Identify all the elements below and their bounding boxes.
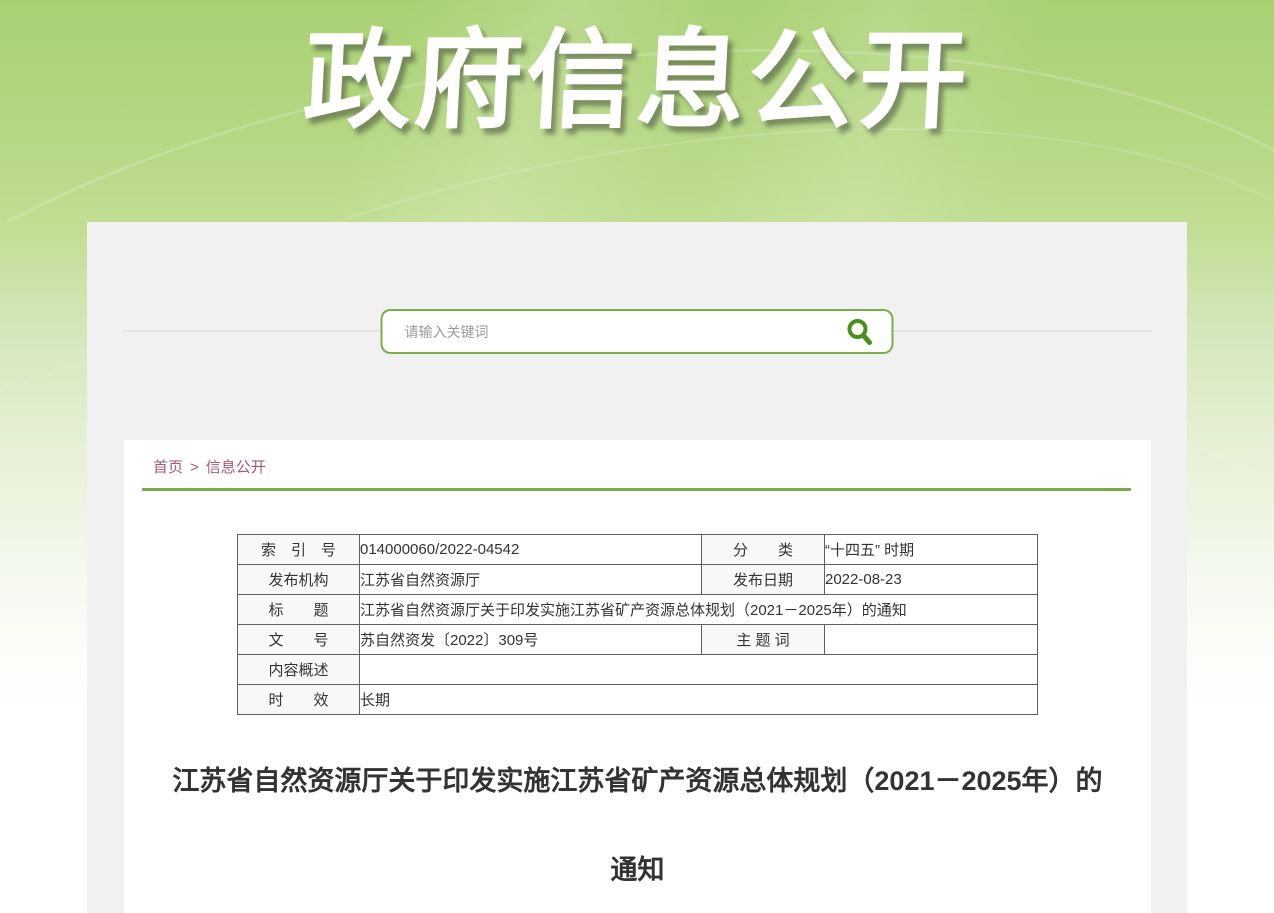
breadcrumb: 首页 > 信息公开 — [124, 440, 1151, 488]
keywords-value — [825, 625, 1038, 655]
table-row: 发布机构 江苏省自然资源厅 发布日期 2022-08-23 — [238, 565, 1038, 595]
table-row: 索 引 号 014000060/2022-04542 分 类 “十四五” 时期 — [238, 535, 1038, 565]
table-row: 文 号 苏自然资发〔2022〕309号 主 题 词 — [238, 625, 1038, 655]
summary-label: 内容概述 — [238, 655, 360, 685]
article-title: 江苏省自然资源厅关于印发实施江苏省矿产资源总体规划（2021－2025年）的 通… — [134, 737, 1141, 913]
search-input[interactable] — [383, 311, 828, 352]
search-box — [381, 309, 894, 354]
category-label: 分 类 — [702, 535, 825, 565]
breadcrumb-current-link[interactable]: 信息公开 — [206, 459, 266, 476]
index-number-label: 索 引 号 — [238, 535, 360, 565]
green-divider — [142, 488, 1131, 491]
doc-title-value: 江苏省自然资源厅关于印发实施江苏省矿产资源总体规划（2021－2025年）的通知 — [360, 595, 1038, 625]
document-info-table: 索 引 号 014000060/2022-04542 分 类 “十四五” 时期 … — [237, 534, 1038, 715]
table-row: 标 题 江苏省自然资源厅关于印发实施江苏省矿产资源总体规划（2021－2025年… — [238, 595, 1038, 625]
breadcrumb-home-link[interactable]: 首页 — [153, 459, 183, 476]
publish-date-label: 发布日期 — [702, 565, 825, 595]
page-title: 政府信息公开 — [0, 0, 1274, 160]
validity-label: 时 效 — [238, 685, 360, 715]
banner: 政府信息公开 — [0, 0, 1274, 222]
doc-number-value: 苏自然资发〔2022〕309号 — [360, 625, 702, 655]
content-panel: 首页 > 信息公开 索 引 号 014000060/2022-04542 分 类 “… — [87, 222, 1187, 913]
table-row: 内容概述 — [238, 655, 1038, 685]
article-title-line2: 通知 — [134, 826, 1141, 913]
breadcrumb-separator: > — [190, 459, 199, 476]
search-button[interactable] — [828, 311, 892, 352]
validity-value: 长期 — [360, 685, 1038, 715]
agency-value: 江苏省自然资源厅 — [360, 565, 702, 595]
article-title-line1: 江苏省自然资源厅关于印发实施江苏省矿产资源总体规划（2021－2025年）的 — [134, 737, 1141, 826]
table-row: 时 效 长期 — [238, 685, 1038, 715]
doc-title-label: 标 题 — [238, 595, 360, 625]
summary-value — [360, 655, 1038, 685]
doc-number-label: 文 号 — [238, 625, 360, 655]
page: 政府信息公开 首页 > 信息公开 — [0, 0, 1274, 913]
index-number-value: 014000060/2022-04542 — [360, 535, 702, 565]
agency-label: 发布机构 — [238, 565, 360, 595]
search-icon — [845, 317, 875, 347]
article-container: 首页 > 信息公开 索 引 号 014000060/2022-04542 分 类 “… — [124, 440, 1151, 913]
publish-date-value: 2022-08-23 — [825, 565, 1038, 595]
keywords-label: 主 题 词 — [702, 625, 825, 655]
category-value: “十四五” 时期 — [825, 535, 1038, 565]
